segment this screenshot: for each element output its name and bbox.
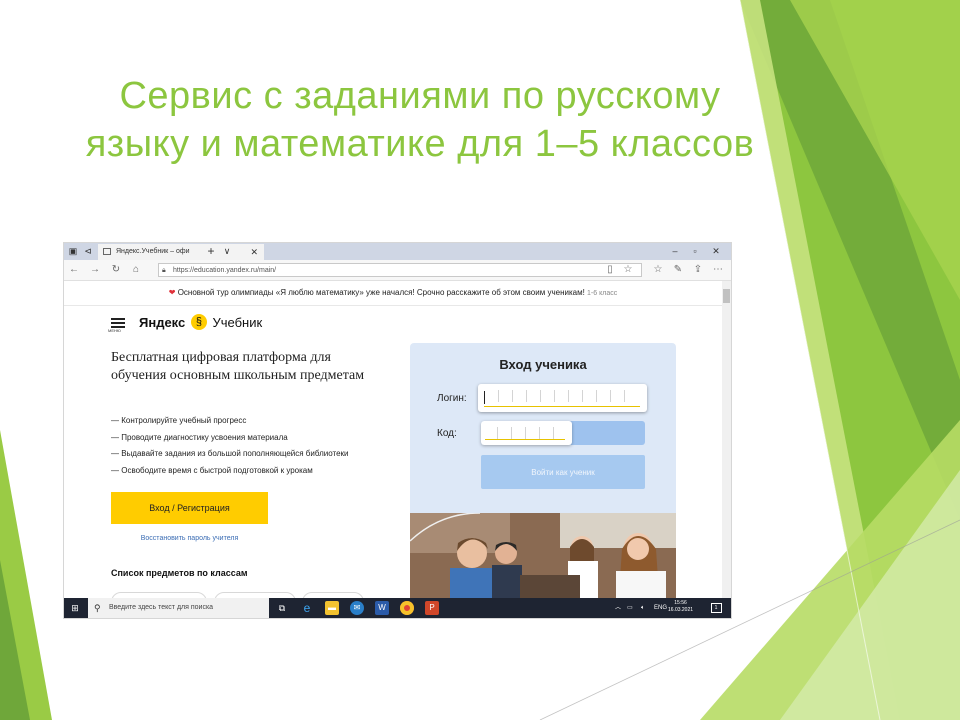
favorite-star-icon[interactable]: ☆ [622,264,634,276]
minimize-icon[interactable]: – [668,243,682,260]
login-label: Логин: [437,393,467,404]
browser-tab-bar: ▣ ⊲ Яндекс.Учебник – офи ✕ + ∨ – ▫ ✕ [64,243,731,260]
chrome-icon[interactable] [400,601,414,615]
taskbar-search-input[interactable]: ⚲ Введите здесь текст для поиска [88,598,269,618]
student-login-panel: Вход ученика Логин: Код: Войти как учени… [410,343,676,518]
new-tab-icon[interactable]: + [205,245,217,257]
favorites-hub-icon[interactable]: ☆ [652,264,664,276]
address-row: ← → ↻ ⌂ 🔒︎ https://education.yandex.ru/m… [64,260,731,281]
page-scrollbar[interactable] [722,281,731,598]
tab-actions-icon[interactable]: ▣ [67,245,79,257]
notice-grade: 1-6 класс [587,290,618,297]
refresh-icon[interactable]: ↻ [110,264,122,276]
feature-item: — Выдавайте задания из большой пополняющ… [111,449,349,458]
olympiad-notice[interactable]: ❤ Основной тур олимпиады «Я люблю матема… [64,281,722,306]
windows-taskbar: ⊞ ⚲ Введите здесь текст для поиска ⧉ e ▬… [64,598,731,618]
browser-tab[interactable]: Яндекс.Учебник – офи ✕ [98,244,264,260]
search-icon: ⚲ [94,603,101,613]
action-center-icon[interactable]: 1 [710,598,722,618]
language-indicator[interactable]: ENG [654,598,667,618]
more-menu-icon[interactable]: ⋯ [712,264,724,276]
word-icon[interactable]: W [375,601,389,615]
restore-window-icon[interactable]: ▫ [688,243,702,260]
feature-item: — Освободите время с быстрой подготовкой… [111,465,313,475]
forward-arrow-icon[interactable]: → [89,264,101,276]
logo-coin-icon: § [190,314,207,330]
student-login-title: Вход ученика [499,357,587,372]
tab-list-chevron-icon[interactable]: ∨ [221,245,233,257]
lock-icon: 🔒︎ [162,267,166,274]
show-hidden-icons-chevron-icon[interactable]: ︿ [615,598,621,618]
powerpoint-icon[interactable]: P [425,601,439,615]
subjects-heading: Список предметов по классам [111,568,248,578]
code-input[interactable] [481,421,572,445]
platform-headline: Бесплатная цифровая платформа для обучен… [111,350,365,383]
scrollbar-thumb[interactable] [723,289,730,303]
reading-view-icon[interactable]: ▯ [604,264,616,276]
taskbar-search-placeholder: Введите здесь текст для поиска [109,604,214,611]
text-cursor [484,391,485,404]
page-icon [103,248,111,255]
address-bar[interactable]: 🔒︎ https://education.yandex.ru/main/ [158,263,642,277]
logo-brand: Яндекс [139,315,186,330]
clock-time: 15:56 [674,600,687,606]
task-view-icon[interactable]: ⧉ [276,602,288,614]
set-aside-tabs-icon[interactable]: ⊲ [82,245,94,257]
home-icon[interactable]: ⌂ [130,264,142,276]
logo-product: Учебник [212,315,263,330]
heart-icon: ❤ [168,288,176,297]
network-icon[interactable]: ▭ [627,598,633,618]
feature-list: — Контролируйте учебный прогресс — Прово… [111,413,348,479]
pen-icon[interactable]: ✎ [672,264,684,276]
students-photo [410,513,676,598]
clock-date: 16.03.2021 [668,607,694,613]
back-arrow-icon[interactable]: ← [68,264,80,276]
slide-title-line-1: Сервис с заданиями по русскому [119,75,721,117]
close-tab-icon[interactable]: ✕ [250,244,258,260]
file-explorer-icon[interactable]: ▬ [325,601,339,615]
thunderbird-icon[interactable]: ✉ [350,601,364,615]
notification-count: 1 [710,603,722,613]
taskbar-clock[interactable]: 15:56 16.03.2021 [668,600,693,614]
restore-password-link[interactable]: Восстановить пароль учителя [111,535,268,542]
slide-title: Сервис с заданиями по русскому языку и м… [60,72,780,168]
student-login-button[interactable]: Войти как ученик [481,455,645,489]
menu-label: МЕНЮ [108,328,121,333]
share-icon[interactable]: ⇪ [692,264,704,276]
yandex-uchebnik-logo[interactable]: Яндекс § Учебник [139,314,262,332]
volume-icon[interactable]: 🔈︎ [641,598,645,618]
tab-title: Яндекс.Учебник – офи [116,248,190,255]
notice-text: Основной тур олимпиады «Я люблю математи… [177,288,585,297]
feature-item: — Проводите диагностику усвоения материа… [111,432,288,442]
browser-screenshot: ▣ ⊲ Яндекс.Учебник – офи ✕ + ∨ – ▫ ✕ ← →… [64,243,731,618]
slide-title-line-2: языку и математике для 1–5 классов [85,123,755,165]
code-label: Код: [437,428,457,439]
feature-item: — Контролируйте учебный прогресс [111,416,247,425]
close-window-icon[interactable]: ✕ [709,243,723,260]
login-register-button[interactable]: Вход / Регистрация [111,492,268,524]
edge-icon[interactable]: e [300,601,314,615]
login-input[interactable] [478,384,647,412]
url-text: https://education.yandex.ru/main/ [173,267,277,274]
windows-start-icon[interactable]: ⊞ [69,602,81,614]
